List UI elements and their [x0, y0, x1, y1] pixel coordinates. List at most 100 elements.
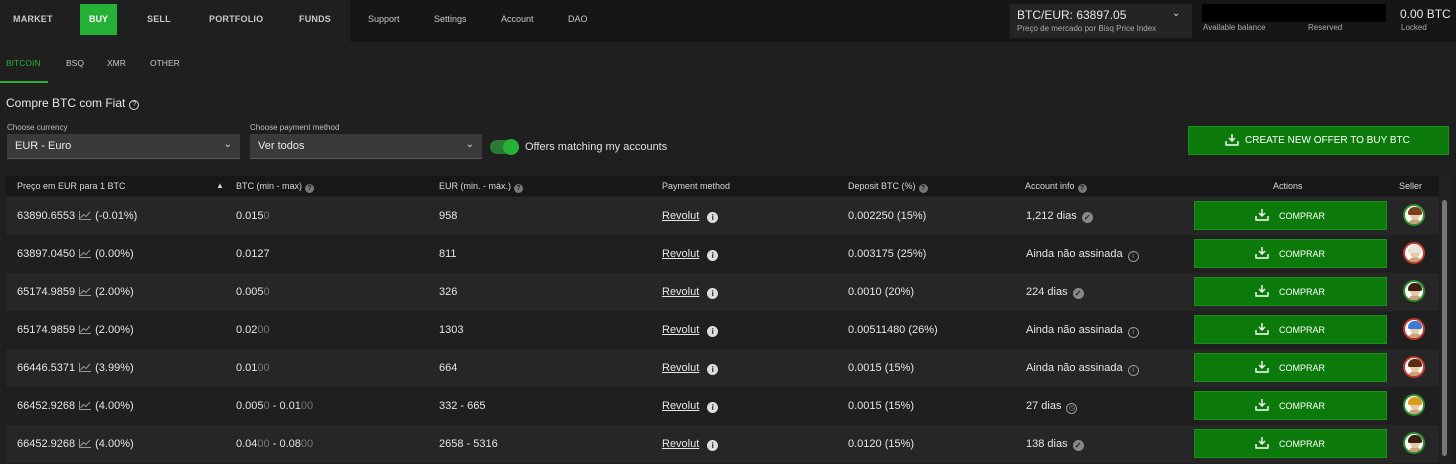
tab-bsq[interactable]: BSQ — [66, 58, 84, 68]
account-age: Ainda não assinada — [1026, 362, 1123, 374]
deposit-cell: 0.003175 (25%) — [848, 248, 926, 260]
help-icon[interactable]: ? — [129, 100, 140, 110]
available-balance-label: Available balance — [1203, 23, 1266, 32]
buy-button-label: COMPRAR — [1279, 325, 1326, 335]
download-icon — [1255, 399, 1269, 411]
price-cell: 65174.9859 (2.00%) — [17, 286, 134, 298]
col-account[interactable]: Account info? — [1025, 181, 1087, 193]
seller-avatar[interactable] — [1403, 432, 1425, 454]
eur-amount: 664 — [439, 362, 458, 374]
payment-method-link[interactable]: Revolut — [662, 438, 699, 450]
nav-market[interactable]: MARKET — [13, 0, 53, 38]
seller-avatar[interactable] — [1403, 280, 1425, 302]
col-eur[interactable]: EUR (min. - máx.)? — [439, 181, 523, 193]
buy-button[interactable]: COMPRAR — [1194, 391, 1387, 420]
price-cell: 63897.0450 (0.00%) — [17, 248, 134, 260]
table-row: 63890.6553 (-0.01%) 0.0150 958 Revolut i 0.002… — [6, 197, 1439, 235]
market-price-source: Preço de mercado por Bisq Price Index — [1017, 24, 1157, 33]
tab-other[interactable]: OTHER — [150, 58, 180, 68]
avatar-hair — [1408, 435, 1422, 443]
col-actions: Actions — [1273, 181, 1303, 191]
buy-button[interactable]: COMPRAR — [1194, 239, 1387, 268]
nav-funds[interactable]: FUNDS — [299, 0, 331, 38]
tab-xmr[interactable]: XMR — [107, 58, 126, 68]
offer-price: 66446.5371 — [17, 362, 76, 374]
col-seller: Seller — [1399, 181, 1423, 191]
col-price-label: Preço em EUR para 1 BTC — [17, 181, 126, 191]
seller-avatar[interactable] — [1403, 356, 1425, 378]
btc-max: 0.01 — [279, 400, 301, 412]
payment-method-link[interactable]: Revolut — [662, 248, 699, 260]
nav-account[interactable]: Account — [501, 0, 534, 38]
col-price[interactable]: Preço em EUR para 1 BTC ▲ — [17, 181, 224, 191]
page-title-text: Compre BTC com Fiat — [6, 96, 126, 110]
buy-button[interactable]: COMPRAR — [1194, 201, 1387, 230]
seller-avatar[interactable] — [1403, 204, 1425, 226]
nav-dao[interactable]: DAO — [568, 0, 588, 38]
nav-portfolio[interactable]: PORTFOLIO — [209, 0, 263, 38]
col-deposit-label: Deposit BTC (%) — [848, 181, 916, 191]
payment-method-link[interactable]: Revolut — [662, 324, 699, 336]
seller-avatar[interactable] — [1403, 318, 1425, 340]
info-icon[interactable]: i — [707, 326, 719, 337]
col-deposit[interactable]: Deposit BTC (%)? — [848, 181, 928, 193]
verified-check-icon: ✓ — [1081, 212, 1093, 223]
download-icon — [1255, 209, 1269, 221]
table-row: 66446.5371 (3.99%) 0.0100 664 Revolut i 0.0015… — [6, 349, 1439, 387]
create-offer-button[interactable]: CREATE NEW OFFER TO BUY BTC — [1188, 126, 1449, 155]
info-icon[interactable]: i — [707, 402, 719, 413]
seller-avatar[interactable] — [1403, 394, 1425, 416]
info-icon[interactable]: i — [707, 250, 719, 261]
nav-support[interactable]: Support — [368, 0, 400, 38]
info-icon[interactable]: i — [707, 288, 719, 299]
avatar-body — [1407, 219, 1423, 224]
table-row: 66452.9268 (4.00%) 0.0050 - 0.0100 332 - 66… — [6, 387, 1439, 425]
info-icon[interactable]: i — [707, 364, 719, 375]
info-icon[interactable]: i — [707, 212, 719, 223]
offer-price: 66452.9268 — [17, 438, 76, 450]
page-title: Compre BTC com Fiat? — [6, 96, 140, 110]
buy-button[interactable]: COMPRAR — [1194, 277, 1387, 306]
payment-method-link[interactable]: Revolut — [662, 210, 699, 222]
table-row: 63897.0450 (0.00%) 0.0127 811 Revolut i 0.0031… — [6, 235, 1439, 273]
col-btc[interactable]: BTC (min - max)? — [236, 181, 314, 193]
avatar-hair — [1408, 397, 1422, 405]
payment-method-link[interactable]: Revolut — [662, 286, 699, 298]
nav-settings[interactable]: Settings — [434, 0, 467, 38]
buy-button[interactable]: COMPRAR — [1194, 353, 1387, 382]
btc-min: 0.04 — [236, 438, 258, 450]
buy-button-label: COMPRAR — [1279, 363, 1326, 373]
payment-method-select[interactable]: Ver todos ⌄ — [250, 134, 482, 159]
market-price-selector[interactable]: BTC/EUR: 63897.05 Preço de mercado por B… — [1010, 4, 1192, 38]
account-age: 1,212 dias — [1026, 210, 1077, 222]
payment-method-cell: Revolut i — [662, 400, 719, 413]
scrollbar-thumb[interactable] — [1442, 200, 1447, 456]
payment-method-link[interactable]: Revolut — [662, 400, 699, 412]
btc-min-trailing: 00 — [257, 362, 270, 374]
tab-bitcoin[interactable]: BITCOIN — [6, 58, 40, 68]
info-icon[interactable]: i — [707, 440, 719, 451]
buy-button[interactable]: COMPRAR — [1194, 429, 1387, 458]
seller-avatar[interactable] — [1403, 242, 1425, 264]
avatar-body — [1407, 371, 1423, 376]
buy-button[interactable]: COMPRAR — [1194, 315, 1387, 344]
offer-price: 65174.9859 — [17, 324, 76, 336]
reserved-label: Reserved — [1308, 23, 1343, 32]
currency-select[interactable]: EUR - Euro ⌄ — [7, 134, 240, 159]
matching-offers-toggle[interactable] — [490, 139, 519, 155]
payment-method-link[interactable]: Revolut — [662, 362, 699, 374]
deposit-cell: 0.0120 (15%) — [848, 438, 914, 450]
btc-amount-cell: 0.0150 — [236, 210, 270, 222]
btc-min: 0.02 — [236, 324, 258, 336]
avatar-hair — [1408, 207, 1422, 215]
btc-min-trailing: 0 — [263, 210, 270, 222]
nav-sell[interactable]: SELL — [147, 0, 171, 38]
account-age: 138 dias — [1026, 438, 1068, 450]
avatar-body — [1407, 447, 1423, 452]
avatar-body — [1407, 333, 1423, 338]
col-payment[interactable]: Payment method — [662, 181, 730, 191]
help-icon: ? — [305, 184, 314, 193]
table-row: 66452.9268 (4.00%) 0.0400 - 0.0800 2658 - 5… — [6, 425, 1439, 463]
nav-buy[interactable]: BUY — [80, 4, 117, 35]
btc-min: 0.01 — [236, 362, 258, 374]
